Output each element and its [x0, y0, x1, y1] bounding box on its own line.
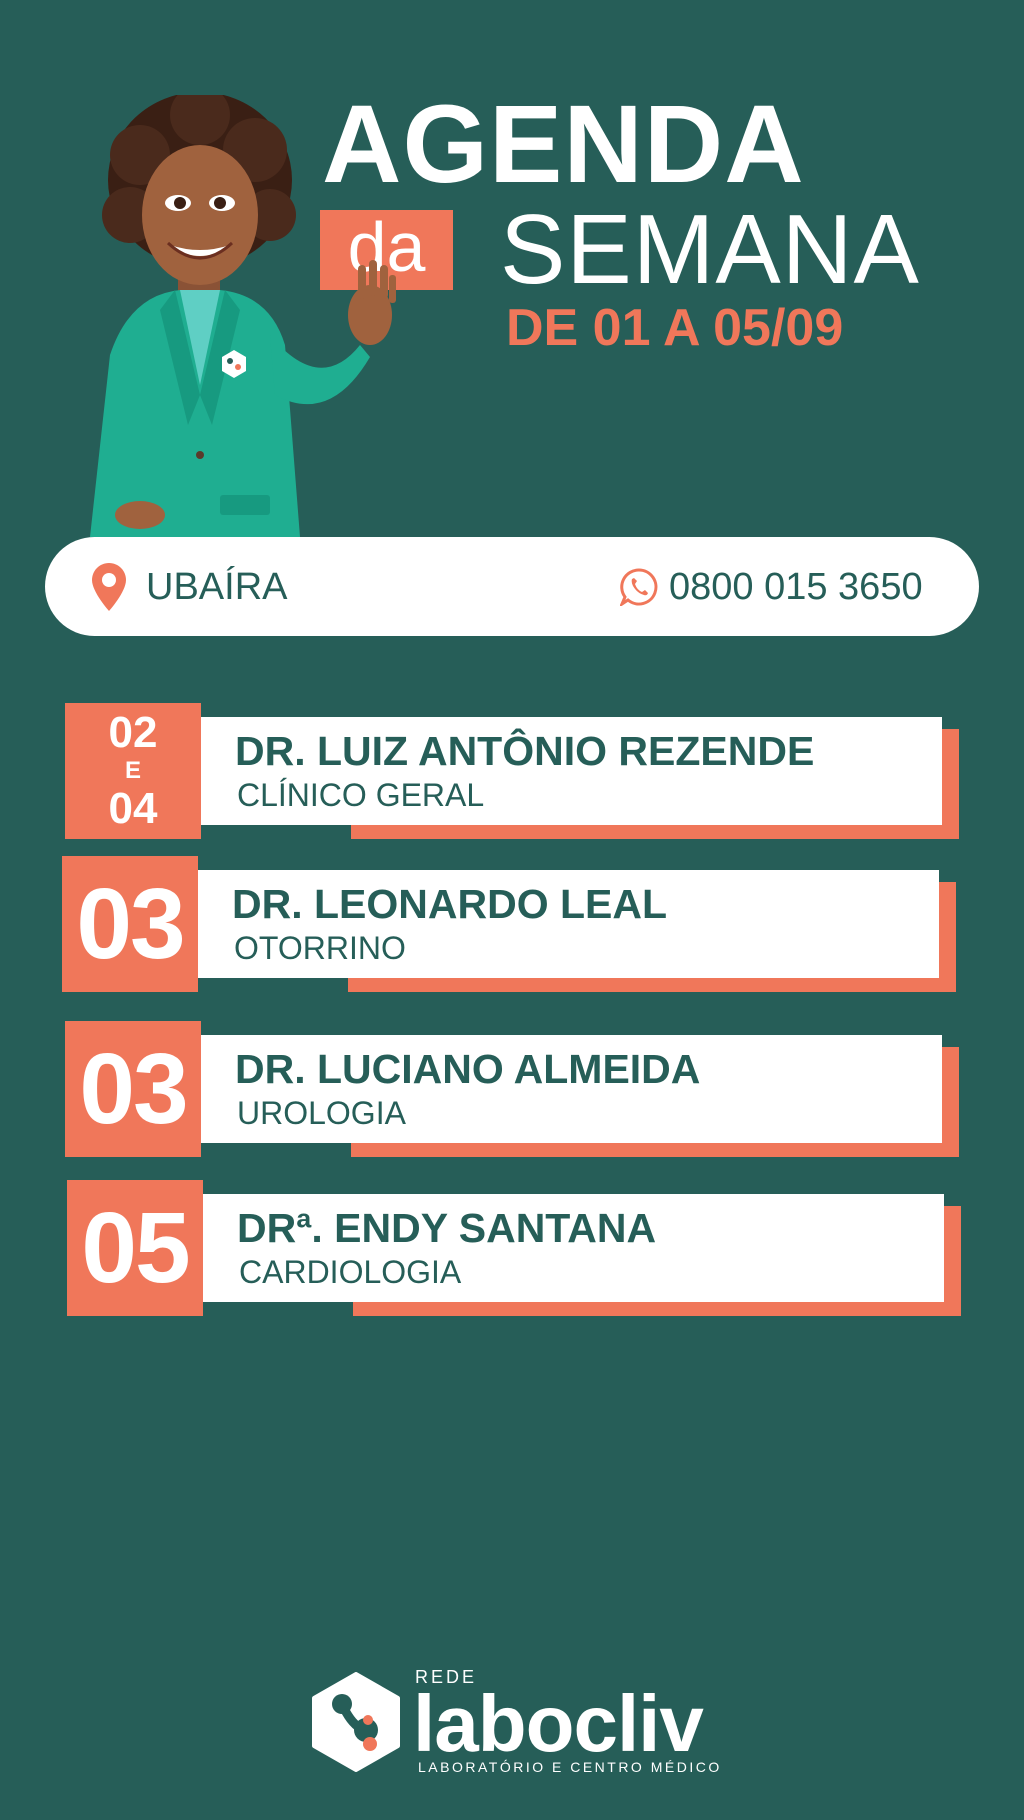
schedule-row: 02 E 04 DR. LUIZ ANTÔNIO REZENDE CLÍNICO…: [65, 703, 985, 839]
date-day: 03: [79, 1033, 188, 1145]
schedule-row: 03 DR. LUCIANO ALMEIDA UROLOGIA: [65, 1021, 985, 1157]
date-day: 04: [108, 784, 158, 833]
date-box: 03: [62, 856, 198, 992]
card-shadow: [351, 1143, 959, 1157]
date-day: 03: [76, 868, 185, 980]
date-day: 02: [108, 708, 158, 757]
logo-tagline: LABORATÓRIO E CENTRO MÉDICO: [418, 1759, 722, 1775]
logo-wordmark: labocliv: [413, 1679, 704, 1768]
date-range: DE 01 A 05/09: [506, 299, 844, 357]
location-text: UBAÍRA: [146, 566, 288, 608]
title-semana: SEMANA: [500, 194, 920, 304]
date-join: E: [124, 757, 141, 784]
schedule-row: 03 DR. LEONARDO LEAL OTORRINO: [62, 856, 982, 992]
doctor-specialty: CLÍNICO GERAL: [237, 777, 485, 813]
date-box: 03: [65, 1021, 201, 1157]
doctor-specialty: CARDIOLOGIA: [239, 1254, 462, 1290]
card-shadow: [944, 1206, 961, 1302]
card-shadow: [348, 978, 956, 992]
doctor-specialty: OTORRINO: [234, 930, 406, 966]
map-pin-icon: [92, 563, 126, 611]
doctor-name: DRª. ENDY SANTANA: [237, 1205, 657, 1251]
doctor-name: DR. LUIZ ANTÔNIO REZENDE: [235, 728, 815, 774]
card-shadow: [939, 882, 956, 978]
card-shadow: [942, 729, 959, 825]
doctor-name: DR. LEONARDO LEAL: [232, 881, 668, 927]
doctor-name: DR. LUCIANO ALMEIDA: [235, 1046, 701, 1092]
labocliv-logo-icon: [312, 1672, 400, 1772]
phone-number: 0800 015 3650: [669, 566, 923, 608]
card-shadow: [353, 1302, 961, 1316]
card-shadow: [351, 825, 959, 839]
date-day: 05: [81, 1192, 190, 1304]
date-box: 05: [67, 1180, 203, 1316]
doctor-character-illustration: [90, 95, 396, 537]
whatsapp-icon: [620, 568, 658, 606]
doctor-specialty: UROLOGIA: [237, 1095, 406, 1131]
date-box: 02 E 04: [65, 703, 201, 839]
schedule-row: 05 DRª. ENDY SANTANA CARDIOLOGIA: [67, 1180, 987, 1316]
card-shadow: [942, 1047, 959, 1143]
